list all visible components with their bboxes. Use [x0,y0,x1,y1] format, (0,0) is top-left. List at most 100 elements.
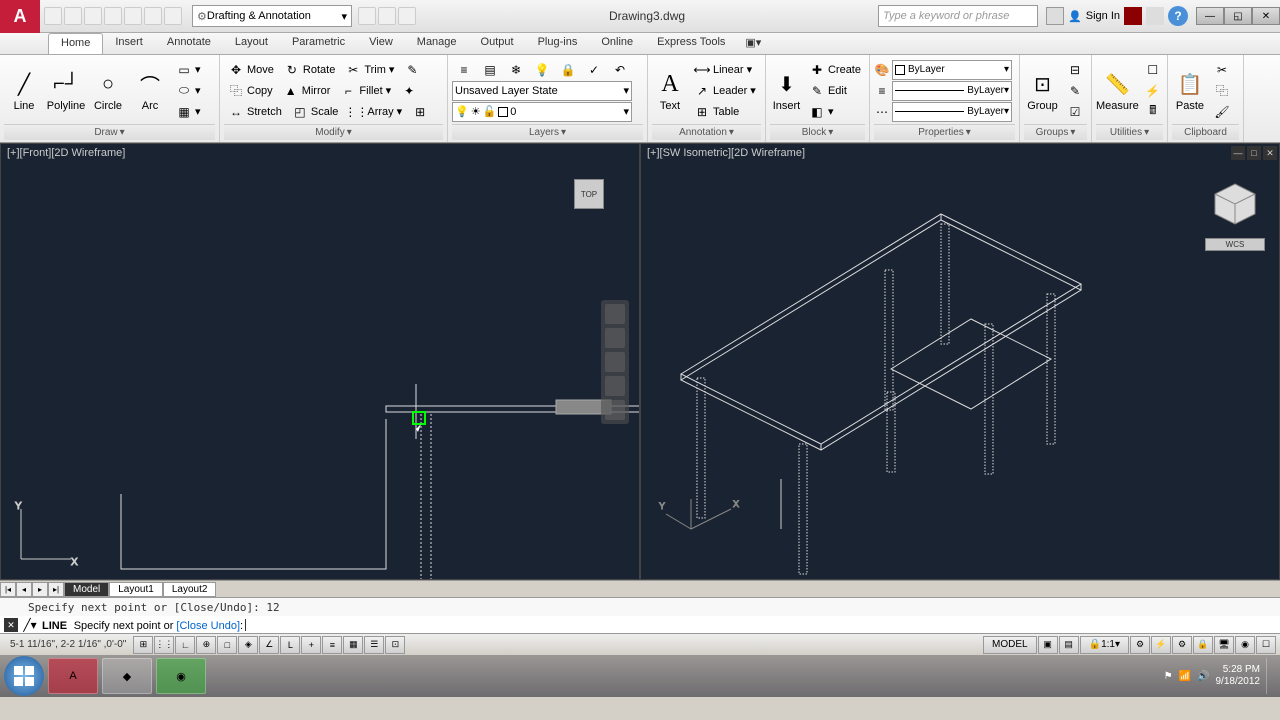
group-button[interactable]: ⊡Group [1024,58,1061,124]
measure-button[interactable]: 📏Measure [1096,58,1139,124]
taskbar-app3[interactable]: ◉ [156,658,206,694]
restore-button[interactable]: ◱ [1224,7,1252,25]
explode-button[interactable]: ✦ [397,81,421,101]
layer-off-button[interactable]: 💡 [530,60,554,80]
snap-toggle[interactable]: ⊞ [133,636,153,654]
viewport-isometric[interactable]: [+][SW Isometric][2D Wireframe] — □ ✕ WC… [640,143,1280,580]
copy-button[interactable]: ⿻Copy [224,81,277,101]
tab-view[interactable]: View [357,33,405,54]
rectangle-button[interactable]: ▭▾ [172,60,205,80]
layout-last[interactable]: ▸| [48,582,64,597]
match-prop-button[interactable]: 🖌 [1210,102,1234,122]
offset-button[interactable]: ⊞ [408,102,432,122]
tray-network-icon[interactable]: 📶 [1179,671,1191,682]
layer-lock-button[interactable]: 🔒 [556,60,580,80]
tab-layout1[interactable]: Layout1 [109,582,163,597]
nav-wheel[interactable] [605,304,625,324]
layer-iso-button[interactable]: ▤ [478,60,502,80]
insert-block-button[interactable]: ⬇Insert [770,58,803,124]
tab-model[interactable]: Model [64,582,109,597]
plot-button[interactable] [124,7,142,25]
leader-button[interactable]: ↗Leader▾ [690,81,760,101]
arc-button[interactable]: ⌒Arc [130,58,170,124]
grid-toggle[interactable]: ⋮⋮ [154,636,174,654]
tpy-toggle[interactable]: ▦ [343,636,363,654]
system-clock[interactable]: 5:28 PM 9/18/2012 [1216,664,1261,688]
hatch-button[interactable]: ▦▾ [172,102,205,122]
tab-home[interactable]: Home [48,33,103,54]
save-button[interactable] [84,7,102,25]
layout-prev[interactable]: ◂ [16,582,32,597]
tab-layout[interactable]: Layout [223,33,280,54]
quickview-drawings[interactable]: ▤ [1059,636,1079,654]
nav-orbit[interactable] [605,376,625,396]
lineweight-combo[interactable]: ByLayer▾ [892,81,1012,101]
tab-insert[interactable]: Insert [103,33,155,54]
close-button[interactable]: ✕ [1252,7,1280,25]
cut-button[interactable]: ✂ [1210,60,1234,80]
isolate-objects[interactable]: ◉ [1235,636,1255,654]
trim-button[interactable]: ✂Trim▾ [341,60,398,80]
help-button[interactable]: ? [1168,6,1188,26]
polyline-button[interactable]: ⌐┘Polyline [46,58,86,124]
undo-button[interactable] [144,7,162,25]
layout-first[interactable]: |◂ [0,582,16,597]
group-edit-button[interactable]: ✎ [1063,81,1087,101]
qat-extra-1[interactable] [358,7,376,25]
taskbar-autocad[interactable]: A [48,658,98,694]
otrack-toggle[interactable]: ∠ [259,636,279,654]
linear-dim-button[interactable]: ⟷Linear▾ [690,60,760,80]
show-desktop-button[interactable] [1266,658,1276,694]
erase-button[interactable]: ✎ [400,60,424,80]
polar-toggle[interactable]: ⊕ [196,636,216,654]
array-button[interactable]: ⋮⋮Array▾ [344,102,406,122]
quick-select-button[interactable]: ⚡ [1141,81,1165,101]
ducs-toggle[interactable]: L [280,636,300,654]
fillet-button[interactable]: ⌐Fillet▾ [336,81,395,101]
command-input-row[interactable]: ✕ ╱▾ LINE Specify next point or [Close U… [0,616,1280,634]
move-button[interactable]: ✥Move [224,60,278,80]
toolbar-lock[interactable]: 🔒 [1193,636,1213,654]
tab-plugins[interactable]: Plug-ins [526,33,590,54]
nav-pan[interactable] [605,328,625,348]
quickview-layouts[interactable]: ▣ [1038,636,1058,654]
tab-online[interactable]: Online [589,33,645,54]
exchange-icon[interactable] [1124,7,1142,25]
clean-screen[interactable]: ☐ [1256,636,1276,654]
stretch-button[interactable]: ↔Stretch [224,102,286,122]
tray-volume-icon[interactable]: 🔊 [1197,671,1209,682]
layer-match-button[interactable]: ✓ [582,60,606,80]
hardware-accel[interactable]: 🖥 [1214,636,1234,654]
tab-manage[interactable]: Manage [405,33,469,54]
linetype-combo[interactable]: ByLayer▾ [892,102,1012,122]
dyn-toggle[interactable]: + [301,636,321,654]
scale-button[interactable]: ◰Scale [288,102,343,122]
sc-toggle[interactable]: ⊡ [385,636,405,654]
command-close-icon[interactable]: ✕ [4,618,18,632]
line-button[interactable]: ╱Line [4,58,44,124]
tab-annotate[interactable]: Annotate [155,33,223,54]
layer-prev-button[interactable]: ↶ [608,60,632,80]
copy-clip-button[interactable]: ⿻ [1210,81,1234,101]
osnap3d-toggle[interactable]: ◈ [238,636,258,654]
rotate-button[interactable]: ↻Rotate [280,60,339,80]
create-block-button[interactable]: ✚Create [805,60,865,80]
workspace-switch[interactable]: ⚙ [1172,636,1192,654]
redo-button[interactable] [164,7,182,25]
app-logo[interactable]: A [0,0,40,33]
layer-state-combo[interactable]: Unsaved Layer State▾ [452,81,632,101]
tab-layout2[interactable]: Layout2 [163,582,217,597]
osnap-toggle[interactable]: □ [217,636,237,654]
coordinates-display[interactable]: 5-1 11/16", 2-2 1/16" ,0'-0" [4,639,132,650]
quick-calc-button[interactable]: 🖩 [1141,102,1165,122]
search-input[interactable]: Type a keyword or phrase [878,5,1038,27]
table-button[interactable]: ⊞Table [690,102,760,122]
edit-block-button[interactable]: ✎Edit [805,81,865,101]
workspace-selector[interactable]: ⚙ Drafting & Annotation ▾ [192,5,352,27]
qat-extra-2[interactable] [378,7,396,25]
ungroup-button[interactable]: ⊟ [1063,60,1087,80]
qp-toggle[interactable]: ☰ [364,636,384,654]
color-combo[interactable]: ByLayer▾ [892,60,1012,80]
model-paper-toggle[interactable]: MODEL [983,636,1037,654]
stay-connected-icon[interactable] [1146,7,1164,25]
